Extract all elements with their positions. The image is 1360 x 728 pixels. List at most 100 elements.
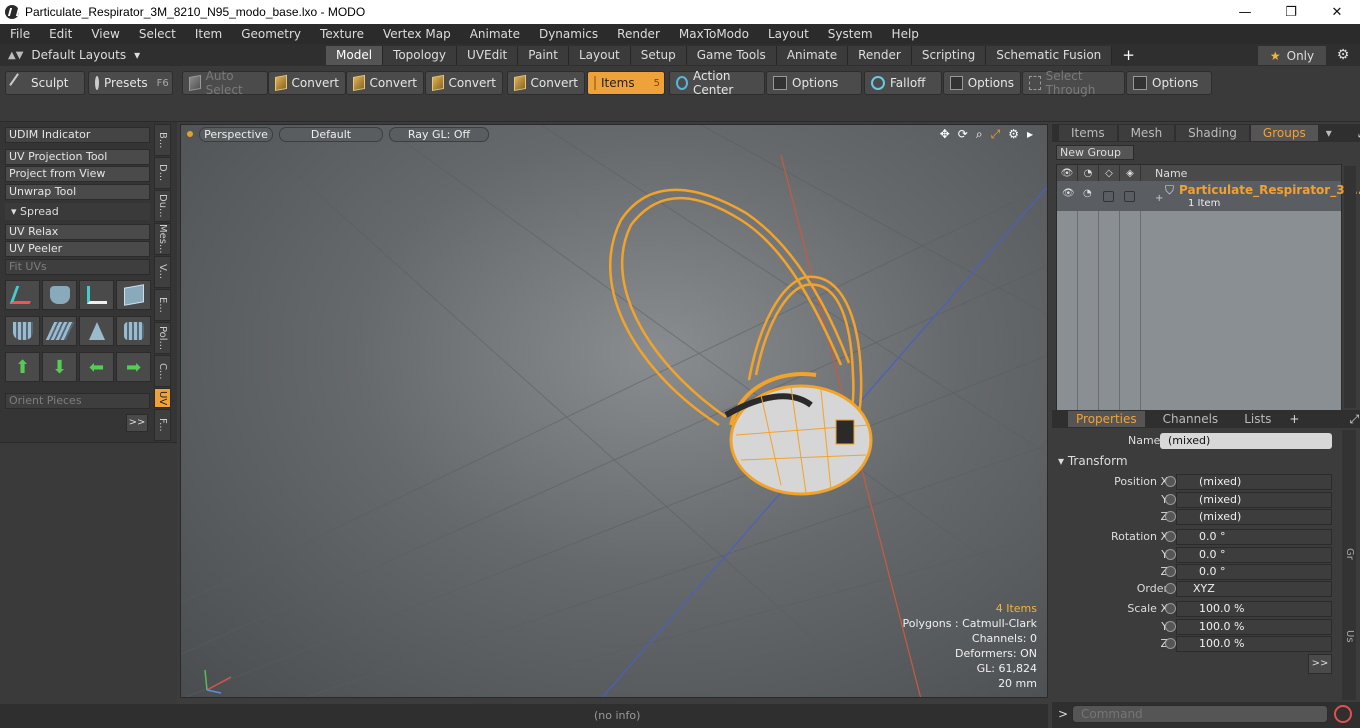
maximize-button[interactable]: ❐ <box>1268 0 1314 24</box>
tab-paint[interactable]: Paint <box>518 46 569 65</box>
keyframe-toggle[interactable] <box>1165 583 1176 594</box>
maximize-panel-icon[interactable]: ⤢ <box>1349 412 1359 427</box>
presets-button[interactable]: Presets F6 <box>88 71 173 95</box>
gear-icon[interactable]: ⚙ <box>1334 47 1352 65</box>
tab-mesh[interactable]: Mesh ... <box>1118 125 1175 156</box>
uv-unwrap-icon[interactable] <box>5 316 40 346</box>
orient-pieces-button[interactable]: Orient Pieces <box>5 393 150 409</box>
properties-scrollbar[interactable]: Gr Us <box>1342 430 1356 700</box>
action-center-options-button[interactable]: Options <box>766 71 862 95</box>
menu-dynamics[interactable]: Dynamics <box>529 27 607 41</box>
scale-z-field[interactable]: 100.0 % <box>1176 636 1332 652</box>
only-toggle[interactable]: ★ Only <box>1258 46 1326 65</box>
keyframe-toggle[interactable] <box>1165 511 1176 522</box>
tabs-dropdown-icon[interactable]: ▾ <box>1326 126 1332 140</box>
udim-indicator-button[interactable]: UDIM Indicator <box>5 127 150 143</box>
tab-schematic-fusion[interactable]: Schematic Fusion <box>986 46 1113 65</box>
select-icon[interactable]: ◇ <box>1099 165 1120 181</box>
tab-layout[interactable]: Layout <box>568 46 631 65</box>
spread-section[interactable]: ▾ Spread <box>5 203 150 220</box>
tab-b[interactable]: B... <box>154 124 171 156</box>
tab-groups[interactable]: Groups <box>1250 125 1318 141</box>
tab-properties[interactable]: Properties <box>1068 411 1145 427</box>
3d-viewport[interactable]: Perspective Default Ray GL: Off ✥ ⟳ ⌕ ⤢ … <box>180 124 1048 698</box>
falloff-options-button[interactable]: Options <box>943 71 1021 95</box>
tab-c[interactable]: C... <box>154 355 171 387</box>
perspective-dropdown[interactable]: Perspective <box>199 126 273 142</box>
more-properties-button[interactable]: >> <box>1308 654 1332 674</box>
tab-game-tools[interactable]: Game Tools <box>686 46 777 65</box>
keyframe-toggle[interactable] <box>1165 638 1176 649</box>
menu-help[interactable]: Help <box>882 27 928 41</box>
tab-topology[interactable]: Topology <box>383 46 458 65</box>
tab-mes[interactable]: Mes... <box>154 223 171 255</box>
keyframe-toggle[interactable] <box>1165 566 1176 577</box>
scale-x-field[interactable]: 100.0 % <box>1176 601 1332 617</box>
select-through-button[interactable]: Select Through <box>1022 69 1125 97</box>
expand-icon[interactable]: + <box>1155 193 1163 204</box>
uv-cylinder-icon[interactable] <box>42 280 77 310</box>
new-group-button[interactable]: New Group <box>1056 145 1134 160</box>
convert-edges-button[interactable]: Convert <box>346 71 424 95</box>
close-button[interactable]: ✕ <box>1314 0 1360 24</box>
record-macro-icon[interactable] <box>1334 705 1352 723</box>
menu-system[interactable]: System <box>818 27 882 41</box>
tab-uv[interactable]: UV <box>154 388 171 408</box>
menu-vertex-map[interactable]: Vertex Map <box>373 27 460 41</box>
tab-render[interactable]: Render <box>848 46 912 65</box>
rotate-icon[interactable]: ⟳ <box>958 127 968 142</box>
convert-polygons-button[interactable]: Convert <box>425 71 503 95</box>
menu-geometry[interactable]: Geometry <box>231 27 310 41</box>
group-row[interactable]: 👁 ◔ + ⛉ Particulate_Respirator_3 ... 1 I… <box>1057 181 1360 211</box>
minimize-button[interactable]: — <box>1222 0 1268 24</box>
shading-dropdown[interactable]: Default <box>279 126 383 142</box>
position-y-field[interactable]: (mixed) <box>1176 492 1332 508</box>
convert-materials-button[interactable]: Convert <box>507 71 585 95</box>
tab-channels[interactable]: Channels <box>1155 411 1227 427</box>
add-tab-icon[interactable]: + <box>1289 412 1299 426</box>
items-mode-button[interactable]: Items 5 <box>587 71 665 95</box>
tab-shading[interactable]: Shading <box>1176 125 1249 141</box>
collapse-arrows-icon[interactable]: ▲▼ <box>8 50 23 61</box>
uv-move-icon[interactable] <box>79 280 114 310</box>
menu-render[interactable]: Render <box>607 27 669 41</box>
raygl-toggle[interactable]: Ray GL: Off <box>389 126 489 142</box>
menu-select[interactable]: Select <box>129 27 185 41</box>
arrow-down-icon[interactable]: ⬇ <box>42 352 77 382</box>
menu-item[interactable]: Item <box>185 27 231 41</box>
tab-uvedit[interactable]: UVEdit <box>457 46 519 65</box>
fit-icon[interactable]: ⤢ <box>991 127 1001 142</box>
eye-icon[interactable]: 👁 <box>1057 165 1078 181</box>
tab-du[interactable]: Du... <box>154 190 171 222</box>
rotation-z-field[interactable]: 0.0 ° <box>1176 564 1332 580</box>
menu-file[interactable]: File <box>0 27 39 41</box>
keyframe-toggle[interactable] <box>1165 549 1176 560</box>
select-through-options-button[interactable]: Options <box>1126 71 1212 95</box>
menu-texture[interactable]: Texture <box>310 27 373 41</box>
position-x-field[interactable]: (mixed) <box>1176 474 1332 490</box>
tab-f[interactable]: F... <box>154 409 171 441</box>
uv-transform-icon[interactable] <box>5 280 40 310</box>
uv-projection-tool-button[interactable]: UV Projection Tool <box>5 149 150 165</box>
keyframe-toggle[interactable] <box>1165 531 1176 542</box>
add-tab-icon[interactable]: + <box>1112 46 1145 65</box>
arrow-right-icon[interactable]: ➡ <box>116 352 151 382</box>
tab-items[interactable]: Items <box>1059 125 1117 141</box>
sculpt-button[interactable]: Sculpt <box>5 71 85 95</box>
menu-maxtomodo[interactable]: MaxToModo <box>669 27 758 41</box>
tab-model[interactable]: Model <box>326 46 384 65</box>
pan-icon[interactable]: ✥ <box>940 127 950 142</box>
tab-setup[interactable]: Setup <box>630 46 687 65</box>
keyframe-toggle[interactable] <box>1165 621 1176 632</box>
order-dropdown[interactable]: XYZ <box>1176 581 1332 597</box>
uv-peeler-button[interactable]: UV Peeler <box>5 241 150 257</box>
unwrap-tool-button[interactable]: Unwrap Tool <box>5 184 150 200</box>
tab-scripting[interactable]: Scripting <box>911 46 987 65</box>
convert-vertices-button[interactable]: Convert <box>268 71 346 95</box>
viewport-gear-icon[interactable]: ⚙ <box>1008 127 1019 142</box>
keyframe-toggle[interactable] <box>1165 476 1176 487</box>
zoom-icon[interactable]: ⌕ <box>976 127 983 142</box>
arrow-up-icon[interactable]: ⬆ <box>5 352 40 382</box>
position-z-field[interactable]: (mixed) <box>1176 509 1332 525</box>
row-eye-icon[interactable]: 👁 <box>1062 188 1075 199</box>
